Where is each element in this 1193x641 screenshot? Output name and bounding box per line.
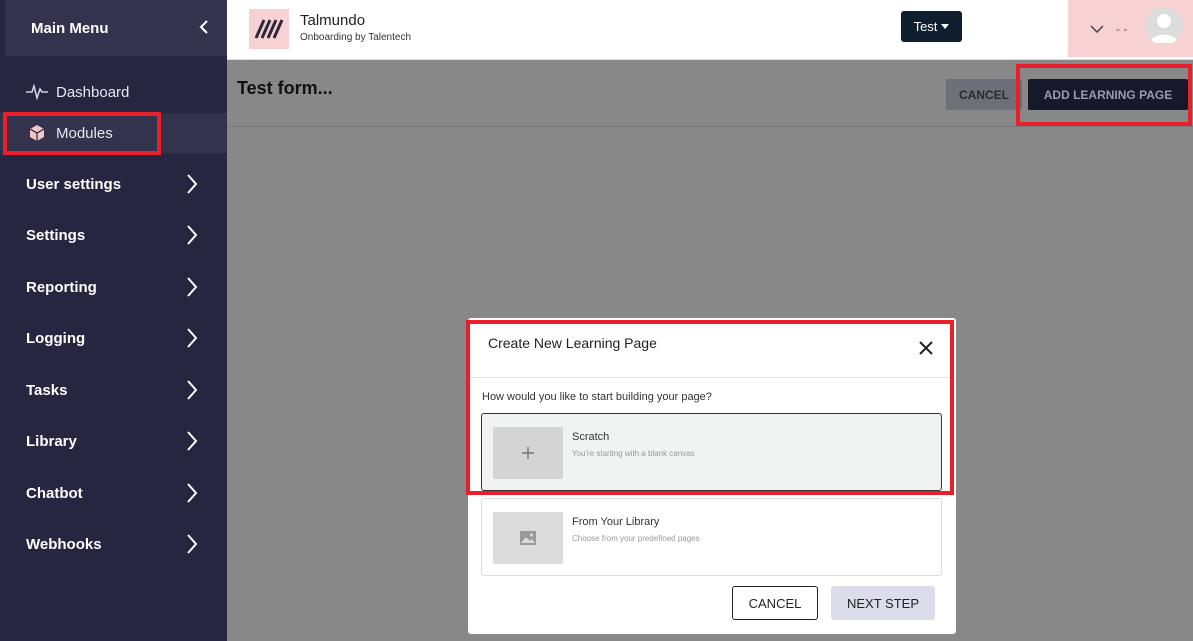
box-icon	[26, 122, 48, 144]
chevron-right-icon	[187, 174, 198, 194]
modal-cancel-button[interactable]: CANCEL	[732, 586, 818, 620]
modal-header: Create New Learning Page	[468, 318, 956, 378]
user-avatar-icon	[1150, 14, 1178, 43]
option-from-library[interactable]: From Your Library Choose from your prede…	[481, 498, 942, 576]
sidebar-item-dashboard[interactable]: Dashboard	[0, 72, 227, 112]
brand: Talmundo Onboarding by Talentech	[300, 12, 411, 43]
chevron-right-icon	[187, 483, 198, 503]
sidebar-group-label: Library	[26, 432, 77, 450]
brand-subtitle: Onboarding by Talentech	[300, 32, 412, 43]
brand-name: Talmundo	[300, 12, 366, 29]
talmundo-logo[interactable]	[249, 9, 289, 49]
sidebar-group-label: Reporting	[26, 278, 97, 296]
logo-mark-icon	[254, 19, 284, 39]
option-description: You're starting with a blank canvas	[572, 449, 695, 458]
modal-question: How would you like to start building you…	[482, 391, 712, 403]
environment-dropdown-button[interactable]: Test	[901, 11, 962, 42]
top-bar: Talmundo Onboarding by Talentech Test - …	[227, 0, 1193, 60]
sidebar-group-label: User settings	[26, 175, 122, 193]
next-step-button[interactable]: NEXT STEP	[831, 586, 935, 620]
pulse-icon	[26, 81, 48, 103]
caret-down-icon	[941, 24, 950, 29]
cancel-button[interactable]: CANCEL	[946, 79, 1022, 110]
sidebar-group-logging[interactable]: Logging	[0, 318, 227, 358]
sidebar-group-chatbot[interactable]: Chatbot	[0, 473, 227, 513]
sidebar-group-label: Chatbot	[26, 484, 83, 502]
add-learning-page-button[interactable]: ADD LEARNING PAGE	[1028, 79, 1188, 110]
sidebar-item-label: Dashboard	[56, 83, 130, 101]
page-title: Test form...	[237, 78, 333, 98]
main-menu-title: Main Menu	[31, 19, 109, 37]
page-header: Test form... CANCEL ADD LEARNING PAGE	[227, 60, 1193, 127]
user-menu[interactable]: - -	[1068, 0, 1193, 57]
sidebar-group-tasks[interactable]: Tasks	[0, 370, 227, 410]
option-thumbnail	[493, 427, 563, 479]
image-icon	[520, 531, 536, 545]
option-scratch[interactable]: Scratch You're starting with a blank can…	[481, 413, 942, 491]
option-description: Choose from your predefined pages	[572, 534, 700, 543]
sidebar-group-label: Tasks	[26, 381, 68, 399]
chevron-right-icon	[187, 277, 198, 297]
sidebar-group-user-settings[interactable]: User settings	[0, 164, 227, 204]
chevron-right-icon	[187, 431, 198, 451]
avatar[interactable]	[1145, 7, 1183, 45]
sidebar-group-label: Webhooks	[26, 535, 102, 553]
chevron-right-icon	[187, 380, 198, 400]
sidebar: Main Menu Dashboard Modules User setting…	[0, 0, 227, 641]
collapse-chevron-icon[interactable]	[199, 18, 209, 39]
main-menu-header[interactable]: Main Menu	[5, 0, 227, 56]
create-learning-page-modal: Create New Learning Page How would you l…	[468, 318, 956, 634]
option-title: Scratch	[572, 431, 610, 443]
close-icon[interactable]	[918, 340, 934, 356]
plus-icon	[522, 447, 534, 459]
sidebar-group-label: Logging	[26, 329, 86, 347]
sidebar-item-label: Modules	[56, 124, 113, 142]
sidebar-item-modules[interactable]: Modules	[0, 113, 227, 153]
chevron-down-icon	[1090, 24, 1104, 33]
chevron-right-icon	[187, 534, 198, 554]
chevron-right-icon	[187, 328, 198, 348]
chevron-right-icon	[187, 225, 198, 245]
sidebar-group-settings[interactable]: Settings	[0, 215, 227, 255]
sidebar-group-webhooks[interactable]: Webhooks	[0, 524, 227, 564]
option-thumbnail	[493, 512, 563, 564]
environment-label: Test	[913, 19, 938, 34]
user-name: - -	[1116, 21, 1128, 36]
sidebar-group-label: Settings	[26, 226, 86, 244]
modal-title: Create New Learning Page	[488, 335, 657, 351]
sidebar-group-reporting[interactable]: Reporting	[0, 267, 227, 307]
option-title: From Your Library	[572, 516, 660, 528]
sidebar-group-library[interactable]: Library	[0, 421, 227, 461]
